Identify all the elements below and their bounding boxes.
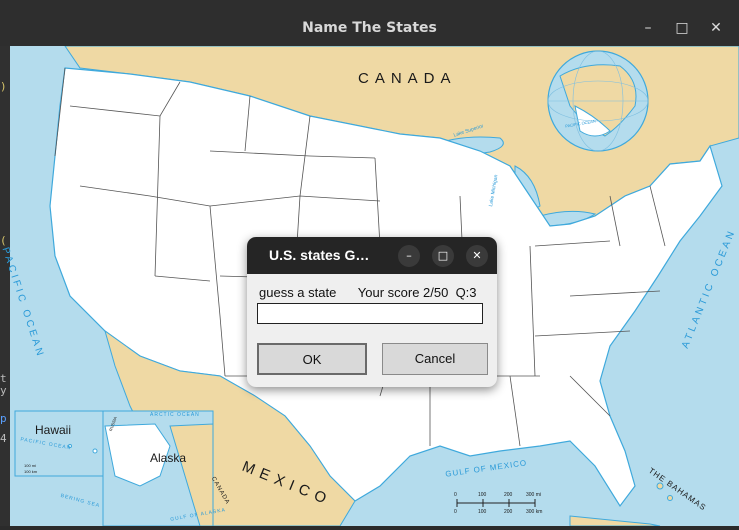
label-arctic-ocean: ARCTIC OCEAN	[150, 412, 200, 418]
dialog-maximize-button[interactable]: □	[432, 245, 454, 267]
ok-button[interactable]: OK	[257, 343, 367, 375]
hawaii-scale-label: 100 mi	[24, 463, 37, 468]
scale-tick-label: 200	[504, 509, 513, 515]
dialog-prompt: guess a state Your score 2/50 Q:3	[259, 285, 477, 300]
minimize-button[interactable]: –	[634, 14, 662, 42]
score-text: Your score 2/50 Q:3	[357, 285, 477, 300]
dialog-titlebar: U.S. states G… – □ ✕	[247, 237, 497, 274]
state-guess-input[interactable]	[257, 303, 483, 324]
code-glyph: p	[0, 412, 7, 425]
code-glyph: y	[0, 384, 7, 397]
code-glyph: (	[0, 234, 7, 247]
dialog-minimize-button[interactable]: –	[398, 245, 420, 267]
hawaii-scale-label: 100 km	[24, 469, 38, 474]
scale-tick-label: 0	[454, 492, 457, 498]
label-alaska: Alaska	[150, 451, 187, 465]
prompt-text: guess a state	[259, 285, 337, 300]
scale-tick-label: 300 mi	[526, 492, 542, 498]
scale-tick-label: 0	[454, 509, 457, 515]
scale-tick-label: 100	[478, 509, 487, 515]
code-glyph: 4	[0, 432, 7, 445]
window-title: Name The States	[302, 20, 437, 36]
scale-tick-label: 100	[478, 492, 487, 498]
label-canada: CANADA	[358, 70, 457, 87]
scale-tick-label: 200	[504, 492, 513, 498]
maximize-button[interactable]: □	[668, 14, 696, 42]
scale-tick-label: 300 km	[526, 509, 543, 515]
code-glyph: )	[0, 80, 7, 93]
dialog-close-button[interactable]: ✕	[466, 245, 488, 267]
dialog-title: U.S. states G…	[269, 247, 370, 263]
guess-dialog: U.S. states G… – □ ✕ guess a state Your …	[247, 237, 497, 387]
label-hawaii: Hawaii	[35, 423, 72, 437]
window-titlebar: Name The States – □ ✕	[0, 0, 739, 46]
cancel-button[interactable]: Cancel	[382, 343, 488, 375]
background-editor-strip: ) ( t y p 4	[0, 46, 10, 526]
close-button[interactable]: ✕	[702, 14, 730, 42]
